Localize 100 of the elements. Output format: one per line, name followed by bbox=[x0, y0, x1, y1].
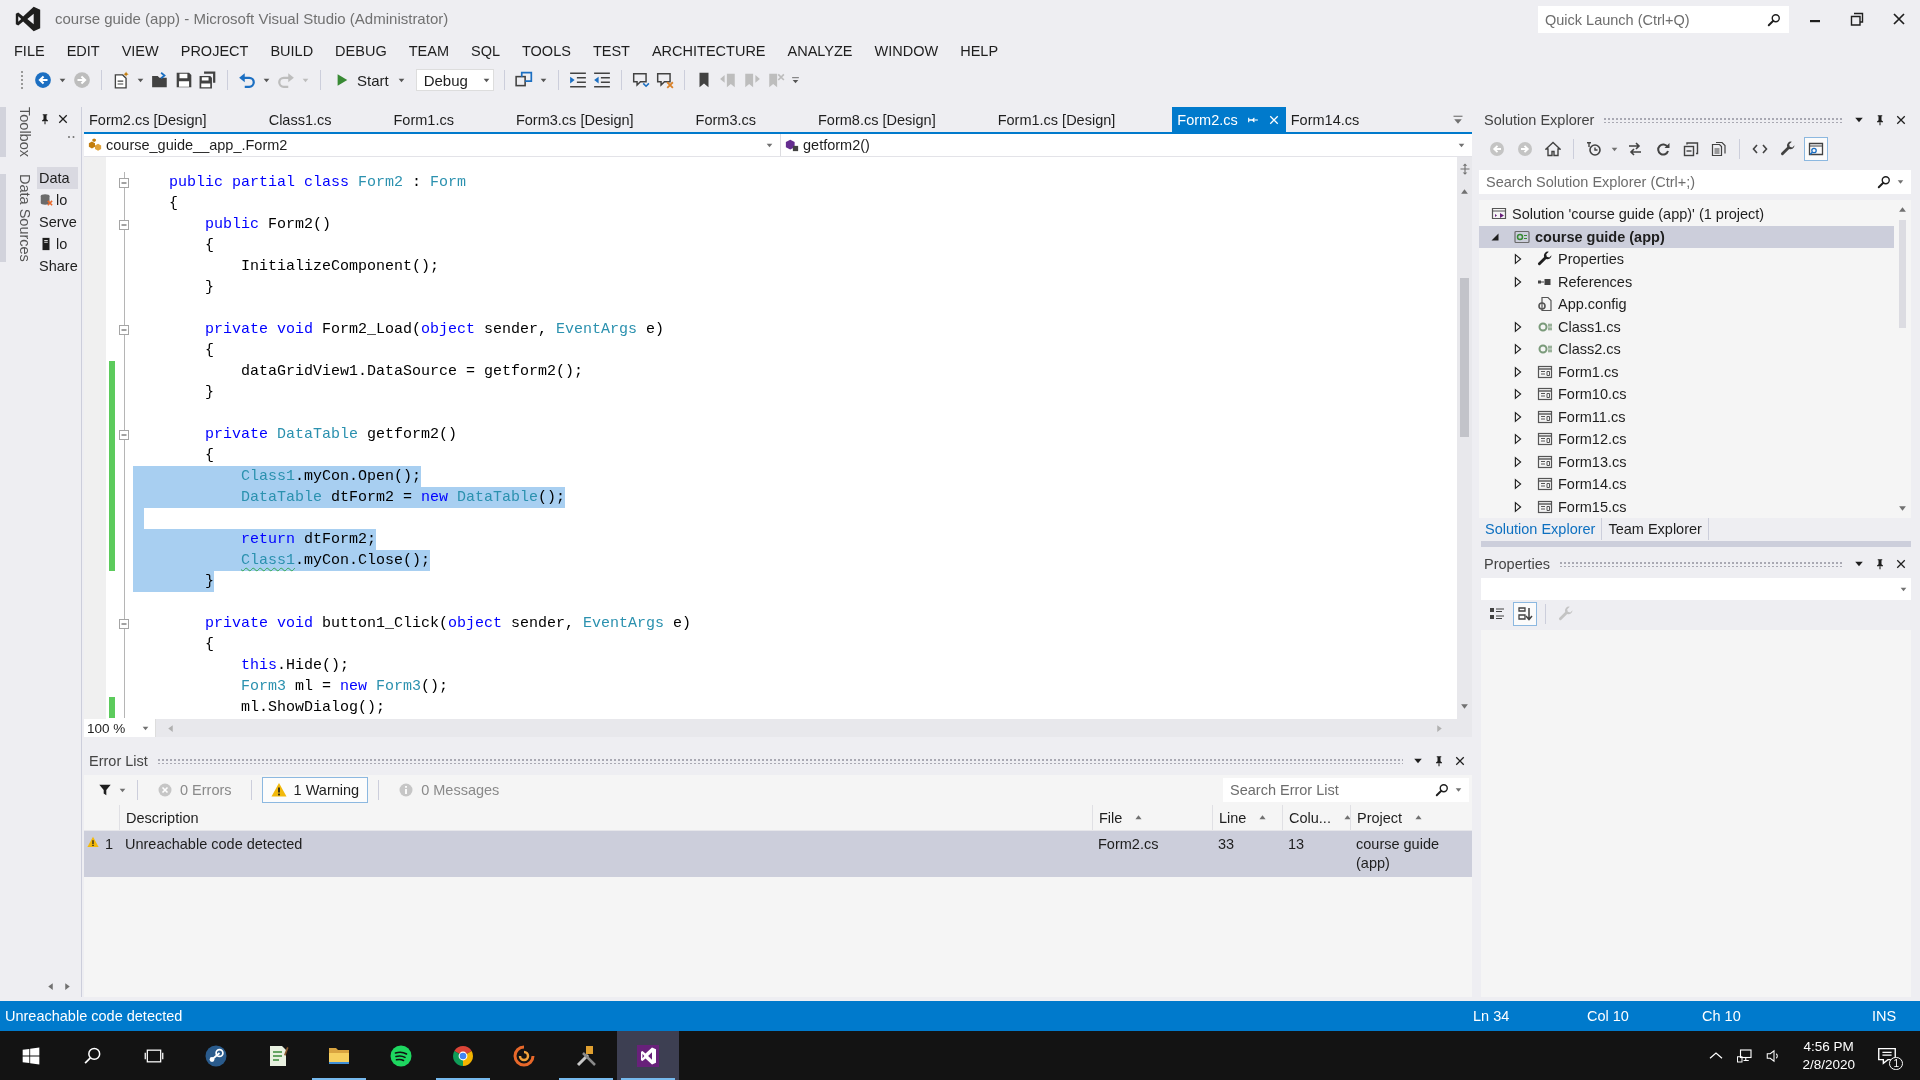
scroll-right-icon[interactable] bbox=[63, 981, 72, 991]
menu-item[interactable]: TOOLS bbox=[511, 39, 582, 63]
comment-icon[interactable] bbox=[631, 71, 650, 89]
panel-tab[interactable]: Solution Explorer bbox=[1479, 518, 1603, 540]
scroll-up-icon[interactable] bbox=[1460, 187, 1469, 196]
filter-icon[interactable] bbox=[98, 783, 112, 797]
menu-item[interactable]: TEAM bbox=[397, 39, 460, 63]
tree-item[interactable]: Form10.cs bbox=[1479, 383, 1894, 406]
tree-item[interactable]: References bbox=[1479, 270, 1894, 293]
document-tab[interactable]: Form3.cs bbox=[690, 107, 813, 132]
scroll-down-icon[interactable] bbox=[1460, 702, 1469, 711]
tree-item[interactable]: Solution 'course guide (app)' (1 project) bbox=[1479, 203, 1894, 226]
zoom-dropdown[interactable]: 100 % bbox=[84, 719, 156, 737]
type-dropdown[interactable]: course_guide__app_.Form2 bbox=[84, 134, 781, 156]
tree-item[interactable]: Class1.cs bbox=[1479, 315, 1894, 338]
close-icon[interactable] bbox=[57, 113, 69, 125]
tree-item[interactable]: Form15.cs bbox=[1479, 495, 1894, 518]
collapse-icon[interactable] bbox=[119, 429, 129, 440]
filter-button[interactable]: 1 Warning bbox=[261, 777, 369, 803]
quick-launch-field[interactable]: Quick Launch (Ctrl+Q) bbox=[1538, 6, 1789, 33]
tree-item[interactable]: Form13.cs bbox=[1479, 450, 1894, 473]
new-file-icon[interactable] bbox=[112, 71, 130, 89]
data-source-item[interactable]: Share bbox=[37, 255, 78, 277]
menu-item[interactable]: BUILD bbox=[259, 39, 325, 63]
document-tab[interactable]: Form2.cs [Design] bbox=[84, 107, 264, 132]
column-header[interactable]: Line bbox=[1212, 805, 1282, 830]
indent-icon[interactable] bbox=[568, 71, 587, 89]
data-source-item[interactable]: lo bbox=[37, 233, 78, 255]
tree-item[interactable]: Form12.cs bbox=[1479, 428, 1894, 451]
column-header[interactable]: Description bbox=[119, 805, 1092, 830]
document-tab[interactable]: Form1.cs [Design] bbox=[992, 107, 1173, 132]
side-tab[interactable]: Toolbox bbox=[0, 107, 33, 157]
overflow-caret-icon[interactable] bbox=[790, 75, 800, 85]
error-row[interactable]: 1 Unreachable code detected Form2.cs 33 13 course guide (app) bbox=[84, 831, 1472, 877]
menu-item[interactable]: ANALYZE bbox=[776, 39, 864, 63]
menu-item[interactable]: VIEW bbox=[110, 39, 170, 63]
tree-item[interactable]: course guide (app) bbox=[1479, 225, 1894, 248]
menu-item[interactable]: HELP bbox=[949, 39, 1010, 63]
split-icon[interactable] bbox=[1458, 163, 1471, 175]
search-icon[interactable] bbox=[1877, 175, 1891, 189]
pin-icon[interactable] bbox=[39, 113, 51, 125]
search-icon[interactable] bbox=[82, 1045, 103, 1066]
menu-item[interactable]: SQL bbox=[459, 39, 511, 63]
clock-time[interactable]: 4:56 PM bbox=[1803, 1037, 1854, 1056]
collapse-icon[interactable] bbox=[119, 219, 129, 230]
restore-icon[interactable] bbox=[1849, 10, 1865, 27]
document-tab[interactable]: Form3.cs [Design] bbox=[510, 107, 691, 132]
scrollbar-thumb[interactable] bbox=[1460, 278, 1469, 437]
collapse-icon[interactable] bbox=[119, 618, 129, 629]
tab-list-icon[interactable] bbox=[1452, 113, 1464, 126]
tree-item[interactable]: Class2.cs bbox=[1479, 338, 1894, 361]
menu-item[interactable]: FILE bbox=[3, 39, 56, 63]
panel-tab[interactable]: Data bbox=[37, 167, 78, 189]
document-tab[interactable]: Form1.cs bbox=[388, 107, 511, 132]
collapse-icon[interactable] bbox=[119, 177, 129, 188]
close-icon[interactable] bbox=[1891, 10, 1907, 27]
pin-icon[interactable] bbox=[1874, 557, 1886, 570]
save-all-icon[interactable] bbox=[199, 71, 217, 89]
column-header[interactable]: Project bbox=[1350, 805, 1472, 830]
save-icon[interactable] bbox=[175, 71, 193, 89]
search-field[interactable]: Search Solution Explorer (Ctrl+;) bbox=[1479, 170, 1911, 194]
undo-icon[interactable] bbox=[238, 71, 256, 89]
pin-icon[interactable] bbox=[1874, 113, 1886, 126]
document-tab[interactable]: Form14.cs bbox=[1285, 107, 1417, 132]
start-icon[interactable] bbox=[20, 1045, 41, 1066]
start-button[interactable]: Start bbox=[331, 71, 410, 89]
document-tab[interactable]: Form8.cs [Design] bbox=[813, 107, 993, 132]
menu-item[interactable]: DEBUG bbox=[324, 39, 398, 63]
scroll-up-icon[interactable] bbox=[1898, 205, 1907, 214]
menu-item[interactable]: TEST bbox=[581, 39, 641, 63]
stacked-windows-icon[interactable] bbox=[514, 71, 533, 89]
close-icon[interactable] bbox=[1895, 557, 1907, 570]
tree-item[interactable]: Form1.cs bbox=[1479, 360, 1894, 383]
search-icon[interactable] bbox=[1435, 783, 1449, 797]
outdent-icon[interactable] bbox=[592, 71, 611, 89]
tree-item[interactable]: App.config bbox=[1479, 293, 1894, 316]
search-field[interactable]: Search Error List bbox=[1223, 778, 1469, 802]
column-header[interactable]: Colu... bbox=[1282, 805, 1350, 830]
toolbar-grip-icon[interactable] bbox=[20, 70, 24, 90]
collapse-icon[interactable] bbox=[119, 324, 129, 335]
column-header[interactable]: File bbox=[1092, 805, 1212, 830]
menu-item[interactable]: PROJECT bbox=[169, 39, 260, 63]
scroll-down-icon[interactable] bbox=[1898, 504, 1907, 513]
clock-date[interactable]: 2/8/2020 bbox=[1802, 1055, 1855, 1074]
scroll-left-icon[interactable] bbox=[46, 981, 55, 991]
configuration-dropdown[interactable]: Debug bbox=[415, 69, 494, 91]
close-icon[interactable] bbox=[1454, 755, 1466, 767]
taskbar-button[interactable] bbox=[616, 1031, 679, 1080]
member-dropdown[interactable]: getform2() bbox=[781, 134, 1472, 156]
open-folder-icon[interactable] bbox=[151, 71, 169, 89]
document-tab[interactable]: Class1.cs bbox=[263, 107, 389, 132]
scrollbar-thumb[interactable] bbox=[1899, 220, 1906, 328]
menu-item[interactable]: ARCHITECTURE bbox=[640, 39, 777, 63]
network-icon[interactable] bbox=[1736, 1046, 1755, 1065]
data-source-item[interactable]: lo bbox=[37, 189, 78, 211]
panel-tab[interactable]: Team Explorer bbox=[1602, 518, 1709, 540]
tree-item[interactable]: Form11.cs bbox=[1479, 405, 1894, 428]
close-icon[interactable] bbox=[1895, 113, 1907, 126]
menu-item[interactable]: WINDOW bbox=[863, 39, 950, 63]
uncomment-icon[interactable] bbox=[655, 71, 674, 89]
